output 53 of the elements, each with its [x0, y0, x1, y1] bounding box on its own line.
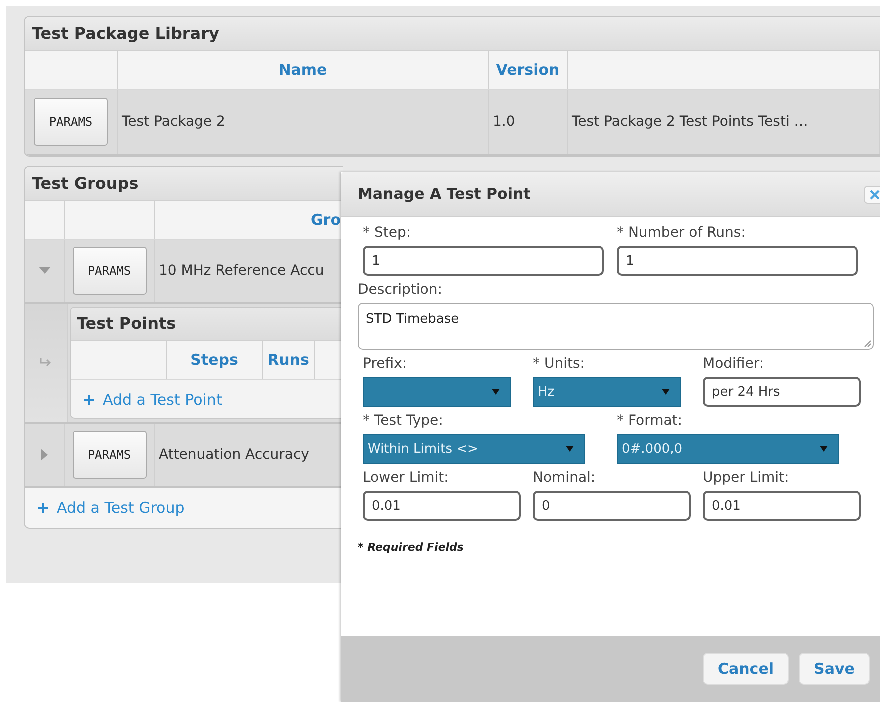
- caret-icon: [492, 389, 500, 395]
- close-button[interactable]: [864, 186, 880, 204]
- table-cell: 1.0: [489, 90, 568, 154]
- caret-icon: [662, 389, 670, 395]
- dialog-button[interactable]: Cancel: [703, 653, 790, 685]
- panel-title: Test Package Library: [25, 17, 880, 51]
- dialog-button[interactable]: Save: [799, 653, 870, 685]
- dropdown[interactable]: 0#.000,0: [617, 434, 839, 464]
- add-test-point-link[interactable]: Add a Test Point: [83, 391, 222, 409]
- dropdown[interactable]: Within Limits <>: [363, 434, 585, 464]
- field-label: Description:: [358, 282, 444, 298]
- dropdown[interactable]: Hz: [533, 377, 681, 407]
- dropdown[interactable]: [363, 377, 511, 407]
- table-cell: Test Package 2: [118, 90, 489, 154]
- column-header[interactable]: Version: [489, 51, 568, 89]
- caret-icon: [566, 446, 574, 452]
- expand-arrow-icon[interactable]: [40, 449, 48, 461]
- input-field[interactable]: 1: [617, 246, 858, 276]
- dialog-title: Manage A Test Point: [358, 185, 531, 203]
- field-label: Lower Limit:: [363, 470, 450, 486]
- params-button[interactable]: PARAMS: [34, 98, 108, 146]
- field-label: Nominal:: [533, 470, 597, 486]
- plus-icon: [37, 502, 49, 514]
- panel-title: Test Groups: [25, 167, 343, 201]
- return-arrow-icon: [39, 357, 53, 369]
- input-field[interactable]: 0.01: [703, 491, 861, 521]
- input-field[interactable]: per 24 Hrs: [703, 377, 861, 407]
- column-header[interactable]: Steps: [167, 341, 263, 379]
- plus-icon: [83, 394, 95, 406]
- column-header[interactable]: Name: [118, 51, 489, 89]
- input-field[interactable]: 0: [533, 491, 691, 521]
- params-button[interactable]: PARAMS: [72, 431, 146, 479]
- params-button[interactable]: PARAMS: [72, 247, 146, 295]
- field-label: * Step:: [363, 225, 412, 241]
- panel-title: Test Points: [71, 308, 343, 341]
- input-field[interactable]: 0.01: [363, 491, 521, 521]
- column-header[interactable]: Runs: [263, 341, 315, 379]
- caret-icon: [820, 446, 828, 452]
- table-cell: Test Package 2 Test Points Testi …: [568, 90, 880, 154]
- required-note: * Required Fields: [358, 541, 465, 554]
- field-label: Prefix:: [363, 356, 408, 372]
- field-label: * Number of Runs:: [617, 225, 747, 241]
- field-label: Modifier:: [703, 356, 766, 372]
- field-label: * Units:: [533, 356, 586, 372]
- collapse-arrow-icon[interactable]: [38, 267, 50, 275]
- close-icon: [870, 190, 880, 200]
- field-label: Upper Limit:: [703, 470, 790, 486]
- input-field[interactable]: 1: [363, 246, 604, 276]
- text-area[interactable]: STD Timebase: [358, 303, 874, 350]
- field-label: * Test Type:: [363, 413, 444, 429]
- field-label: * Format:: [617, 413, 684, 429]
- add-test-group-link[interactable]: Add a Test Group: [37, 499, 185, 517]
- resize-grip-icon[interactable]: [864, 340, 872, 348]
